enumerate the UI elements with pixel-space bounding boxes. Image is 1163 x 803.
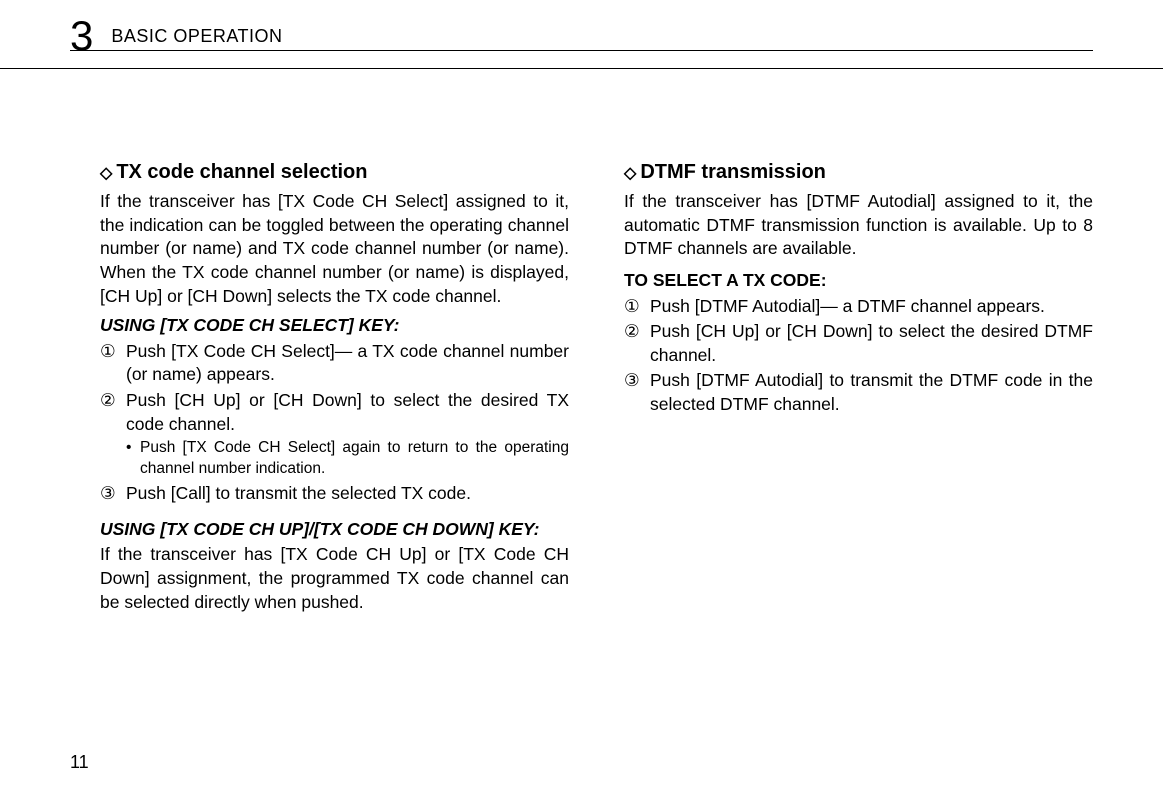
step-marker: ①	[100, 340, 126, 387]
heading-text: DTMF transmission	[640, 161, 826, 183]
heading-text: TX code channel selection	[116, 161, 367, 183]
intro-paragraph-dtmf: If the transceiver has [DTMF Autodial] a…	[624, 190, 1093, 261]
dtmf-step-2: ② Push [CH Up] or [CH Down] to select th…	[624, 320, 1093, 367]
page-number: 11	[70, 752, 89, 773]
bold-heading-select-tx: TO SELECT A TX CODE:	[624, 269, 1093, 293]
step-3: ③ Push [Call] to transmit the selected T…	[100, 482, 569, 506]
step-marker: ③	[624, 369, 650, 416]
header-divider	[70, 50, 1093, 51]
dtmf-step-1: ① Push [DTMF Autodial]— a DTMF channel a…	[624, 295, 1093, 319]
chapter-title: BASIC OPERATION	[111, 26, 282, 47]
subheading-updown-key: USING [TX CODE CH UP]/[TX CODE CH DOWN] …	[100, 518, 569, 542]
diamond-icon: ◇	[624, 165, 636, 182]
step-marker: ②	[100, 389, 126, 436]
bullet-note: • Push [TX Code CH Select] again to retu…	[100, 438, 569, 480]
page-header: 3 BASIC OPERATION	[0, 0, 1163, 69]
step-1: ① Push [TX Code CH Select]— a TX code ch…	[100, 340, 569, 387]
section-heading-tx-code: ◇TX code channel selection	[100, 159, 569, 186]
step-2: ② Push [CH Up] or [CH Down] to select th…	[100, 389, 569, 436]
page-content: ◇TX code channel selection If the transc…	[0, 69, 1163, 620]
chapter-number: 3	[70, 12, 93, 60]
step-text: Push [CH Up] or [CH Down] to select the …	[126, 389, 569, 436]
step-text: Push [Call] to transmit the selected TX …	[126, 482, 569, 506]
bullet-text: Push [TX Code CH Select] again to return…	[140, 438, 569, 480]
bullet-marker: •	[126, 438, 140, 480]
subheading-select-key: USING [TX CODE CH SELECT] KEY:	[100, 314, 569, 338]
step-marker: ③	[100, 482, 126, 506]
step-text: Push [CH Up] or [CH Down] to select the …	[650, 320, 1093, 367]
intro-paragraph: If the transceiver has [TX Code CH Selec…	[100, 190, 569, 308]
left-column: ◇TX code channel selection If the transc…	[100, 159, 569, 620]
paragraph-updown: If the transceiver has [TX Code CH Up] o…	[100, 543, 569, 614]
step-text: Push [DTMF Autodial]— a DTMF channel app…	[650, 295, 1093, 319]
step-text: Push [DTMF Autodial] to transmit the DTM…	[650, 369, 1093, 416]
step-marker: ②	[624, 320, 650, 367]
step-marker: ①	[624, 295, 650, 319]
section-heading-dtmf: ◇DTMF transmission	[624, 159, 1093, 186]
right-column: ◇DTMF transmission If the transceiver ha…	[624, 159, 1093, 620]
dtmf-step-3: ③ Push [DTMF Autodial] to transmit the D…	[624, 369, 1093, 416]
step-text: Push [TX Code CH Select]— a TX code chan…	[126, 340, 569, 387]
diamond-icon: ◇	[100, 165, 112, 182]
